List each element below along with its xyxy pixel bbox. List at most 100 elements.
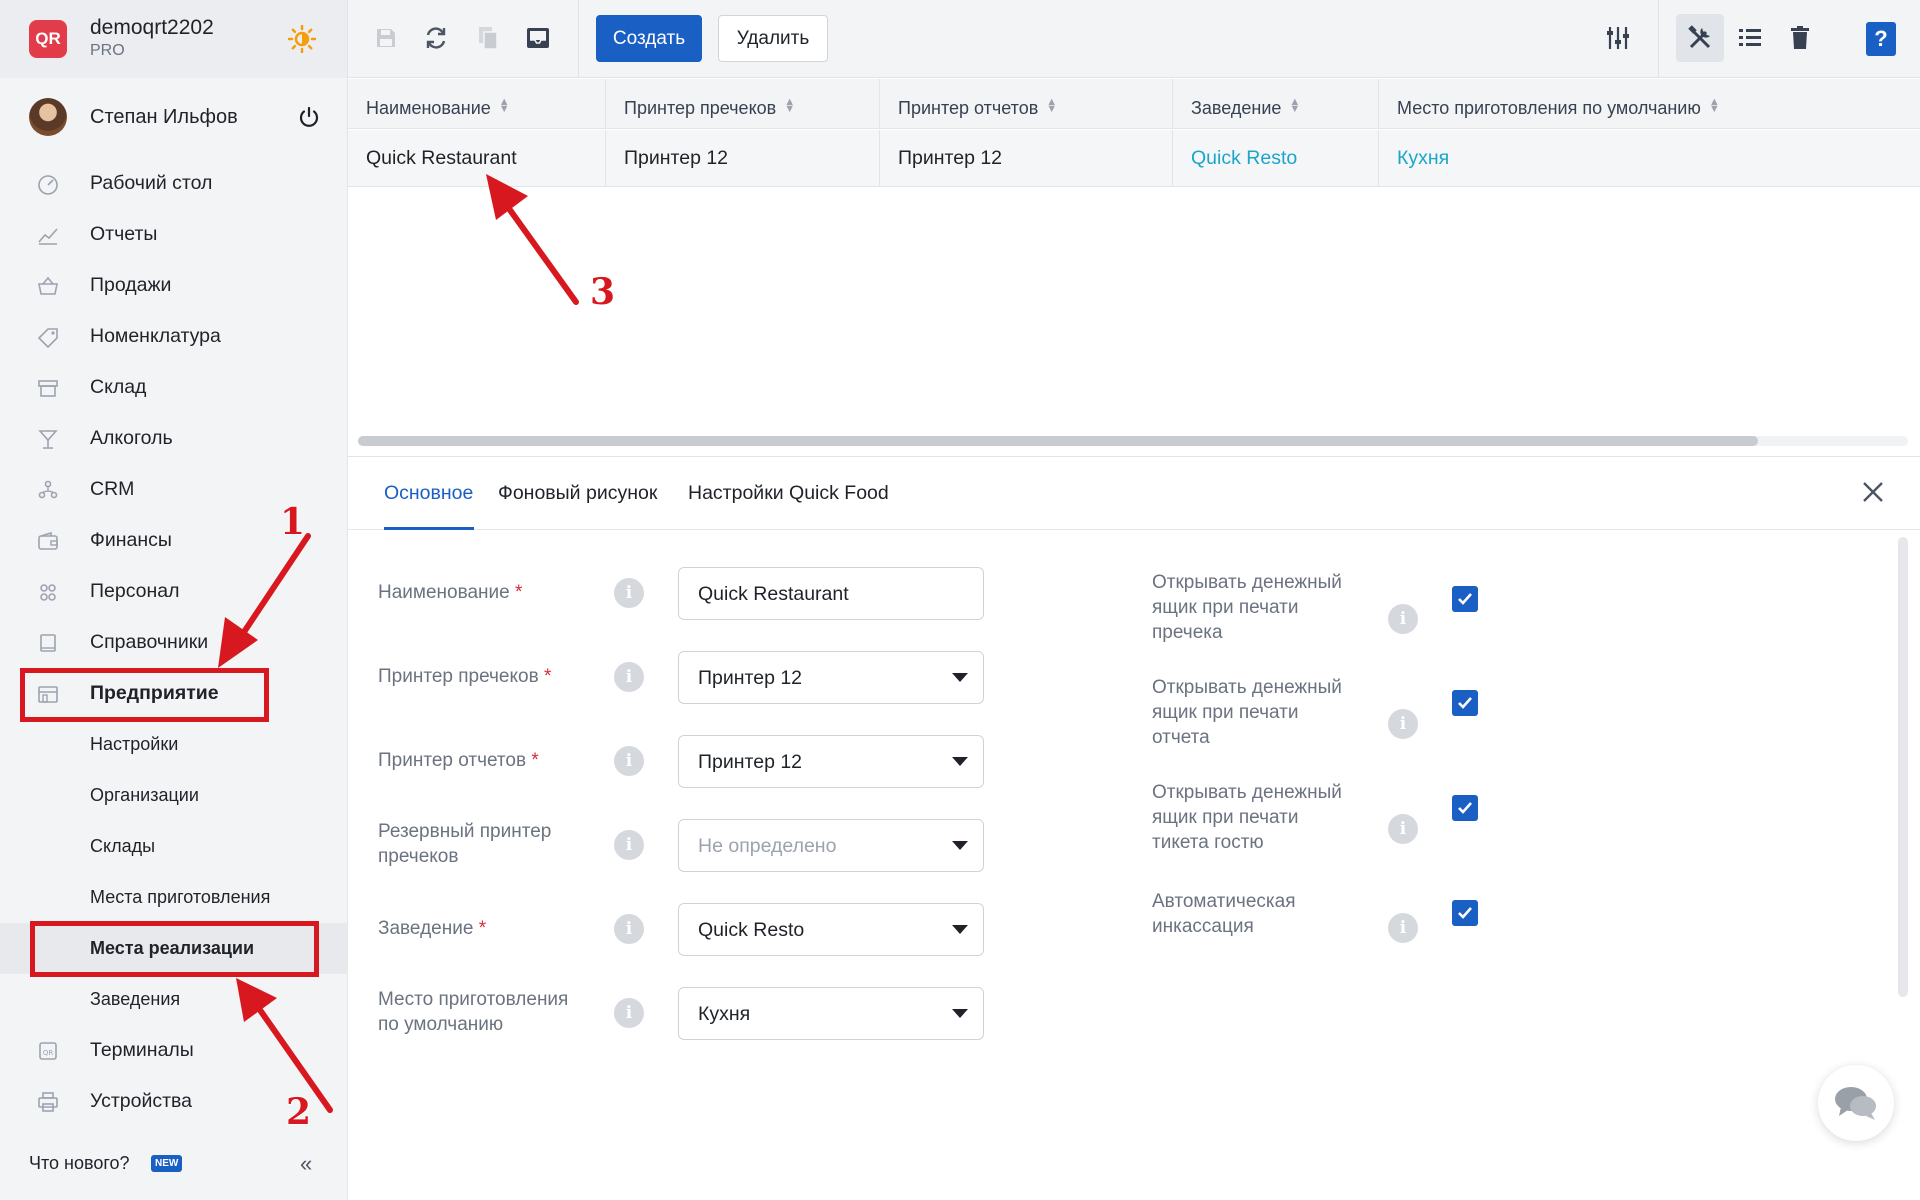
sort-icon[interactable]: ▲ ▼ [1289, 97, 1300, 115]
chevron-down-icon[interactable] [952, 925, 968, 934]
dashboard-icon [38, 175, 58, 195]
new-badge: NEW [151, 1155, 183, 1172]
avatar[interactable] [29, 98, 67, 136]
info-icon[interactable]: i [614, 746, 644, 776]
sidebar-item-warehouse[interactable]: Склад [0, 362, 348, 413]
sidebar-item-alcohol[interactable]: Алкоголь [0, 413, 348, 464]
table-cell-report-printer[interactable]: Принтер 12 [880, 130, 1173, 187]
sidebar-item-nomenclature[interactable]: Номенклатура [0, 311, 348, 362]
check-icon [1458, 697, 1472, 709]
report-printer-select[interactable]: Принтер 12 [678, 735, 984, 788]
sidebar-item-finance[interactable]: Финансы [0, 515, 348, 566]
subnav-item-cooking-places[interactable]: Места приготовления [0, 872, 348, 923]
tab-background[interactable]: Фоновый рисунок [498, 482, 657, 505]
user-name[interactable]: Степан Ильфов [90, 106, 238, 129]
sort-icon[interactable]: ▲ ▼ [1046, 97, 1057, 115]
sidebar-item-label: Алкоголь [90, 427, 173, 449]
theme-toggle-icon[interactable] [288, 25, 316, 53]
sidebar-item-terminals[interactable]: QR Терминалы [0, 1025, 348, 1076]
sidebar: QR demoqrt2202 PRO Степан Ильфов Рабочий… [0, 0, 348, 1200]
sidebar-item-crm[interactable]: CRM [0, 464, 348, 515]
qr-logo-icon[interactable]: QR [29, 20, 67, 58]
sort-icon[interactable]: ▲ ▼ [1709, 97, 1720, 115]
refresh-icon[interactable] [420, 22, 452, 54]
inbox-icon[interactable] [522, 22, 554, 54]
table-cell-name[interactable]: Quick Restaurant [348, 130, 606, 187]
column-header-default-place[interactable]: Место приготовления по умолчанию ▲ ▼ [1379, 79, 1920, 129]
sidebar-item-label: Номенклатура [90, 325, 221, 347]
checkbox-guest-ticket-drawer[interactable] [1452, 795, 1478, 821]
sidebar-item-staff[interactable]: Персонал [0, 566, 348, 617]
toolbar: Создать Удалить ? [348, 0, 1920, 78]
subnav-item-settings[interactable]: Настройки [0, 719, 348, 770]
sort-icon[interactable]: ▲ ▼ [784, 97, 795, 115]
collapse-sidebar-icon[interactable]: « [300, 1151, 312, 1177]
subnav-item-label: Места приготовления [90, 887, 271, 907]
chat-widget-button[interactable] [1818, 1065, 1894, 1141]
chevron-down-icon[interactable] [952, 841, 968, 850]
sidebar-item-references[interactable]: Справочники [0, 617, 348, 668]
whats-new-link[interactable]: Что нового? [29, 1153, 130, 1174]
checkbox-precheck-drawer[interactable] [1452, 586, 1478, 612]
info-icon[interactable]: i [1388, 709, 1418, 739]
chevron-down-icon[interactable] [952, 757, 968, 766]
info-icon[interactable]: i [1388, 814, 1418, 844]
scrollbar-thumb[interactable] [358, 436, 1758, 446]
info-icon[interactable]: i [1388, 913, 1418, 943]
column-header-venue[interactable]: Заведение ▲ ▼ [1173, 79, 1379, 129]
chevron-down-icon[interactable] [952, 1009, 968, 1018]
create-button[interactable]: Создать [596, 15, 702, 62]
chevron-down-icon[interactable] [952, 673, 968, 682]
tools-icon[interactable] [1684, 22, 1716, 54]
sidebar-item-dashboard[interactable]: Рабочий стол [0, 158, 348, 209]
sidebar-item-sales[interactable]: Продажи [0, 260, 348, 311]
checkbox-auto-collection[interactable] [1452, 900, 1478, 926]
sidebar-item-reports[interactable]: Отчеты [0, 209, 348, 260]
info-icon[interactable]: i [1388, 604, 1418, 634]
horizontal-scrollbar[interactable] [358, 436, 1908, 446]
default-place-select[interactable]: Кухня [678, 987, 984, 1040]
trash-icon[interactable] [1784, 22, 1816, 54]
list-view-icon[interactable] [1734, 22, 1766, 54]
name-input[interactable]: Quick Restaurant [678, 567, 984, 620]
user-row[interactable]: Степан Ильфов [0, 90, 348, 146]
column-settings-icon[interactable] [1602, 22, 1634, 54]
info-icon[interactable]: i [614, 830, 644, 860]
required-mark: * [543, 666, 552, 687]
column-header-report-printer[interactable]: Принтер отчетов ▲ ▼ [880, 79, 1173, 129]
sidebar-item-devices[interactable]: Устройства [0, 1076, 348, 1127]
power-icon[interactable] [298, 106, 320, 128]
table-row[interactable]: Quick Restaurant Принтер 12 Принтер 12 Q… [348, 130, 1920, 187]
table-cell-precheck-printer[interactable]: Принтер 12 [606, 130, 880, 187]
help-button[interactable]: ? [1866, 22, 1896, 56]
copy-icon[interactable] [472, 22, 504, 54]
sidebar-item-label: Продажи [90, 274, 172, 296]
delete-button[interactable]: Удалить [718, 15, 828, 62]
save-icon[interactable] [370, 22, 402, 54]
venue-select[interactable]: Quick Resto [678, 903, 984, 956]
table-cell-default-place-link[interactable]: Кухня [1379, 130, 1920, 187]
info-icon[interactable]: i [614, 998, 644, 1028]
subnav-item-venues[interactable]: Заведения [0, 974, 348, 1025]
account-name[interactable]: demoqrt2202 [90, 16, 214, 40]
column-header-precheck-printer[interactable]: Принтер пречеков ▲ ▼ [606, 79, 880, 129]
info-icon[interactable]: i [614, 662, 644, 692]
subnav-item-label: Организации [90, 785, 199, 805]
info-icon[interactable]: i [614, 914, 644, 944]
close-icon[interactable] [1858, 477, 1888, 507]
tab-quick-food[interactable]: Настройки Quick Food [688, 482, 889, 505]
toolbar-divider [1658, 0, 1659, 78]
tab-main[interactable]: Основное [384, 482, 473, 505]
label-line: Автоматическая [1152, 891, 1296, 912]
subnav-item-warehouses[interactable]: Склады [0, 821, 348, 872]
table-cell-venue-link[interactable]: Quick Resto [1173, 130, 1379, 187]
backup-printer-select[interactable]: Не определено [678, 819, 984, 872]
precheck-printer-select[interactable]: Принтер 12 [678, 651, 984, 704]
vertical-scrollbar[interactable] [1898, 537, 1908, 997]
column-header-name[interactable]: Наименование ▲ ▼ [348, 79, 606, 129]
sidebar-item-label: Персонал [90, 580, 180, 602]
sort-icon[interactable]: ▲ ▼ [499, 97, 510, 115]
info-icon[interactable]: i [614, 578, 644, 608]
subnav-item-organizations[interactable]: Организации [0, 770, 348, 821]
checkbox-report-drawer[interactable] [1452, 690, 1478, 716]
